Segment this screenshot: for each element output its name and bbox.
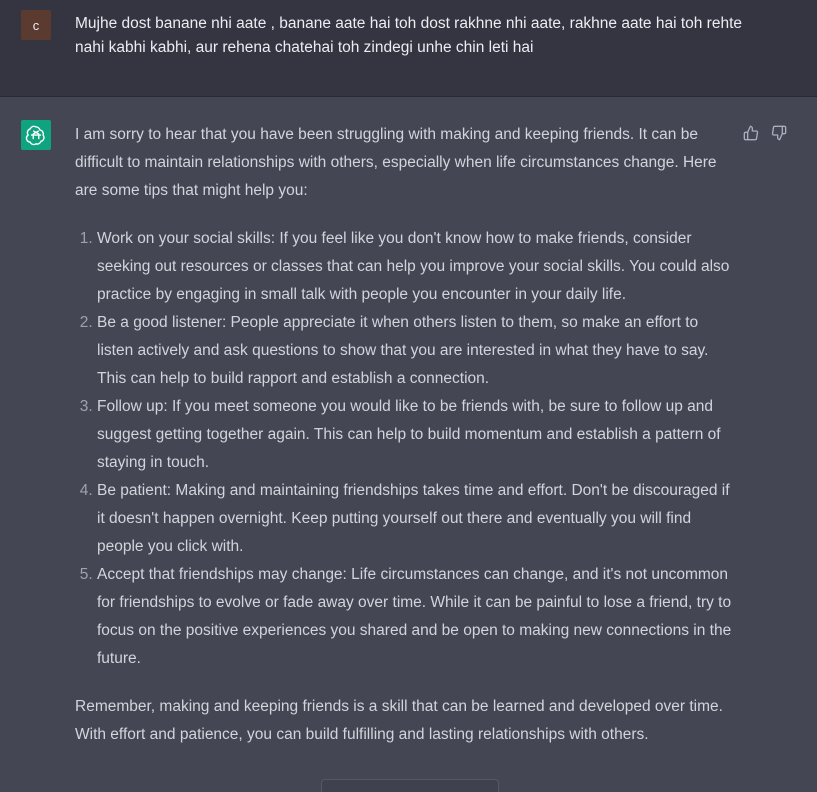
feedback-buttons [743,125,787,141]
response-closing: Remember, making and keeping friends is … [75,698,723,743]
user-avatar: c [21,10,51,40]
openai-logo-icon [21,120,51,150]
user-message-text: Mujhe dost banane nhi aate , banane aate… [75,15,742,56]
response-intro: I am sorry to hear that you have been st… [75,126,717,199]
list-item: Accept that friendships may change: Life… [97,561,735,673]
user-message-row: c Mujhe dost banane nhi aate , banane aa… [0,0,817,97]
list-item: Be patient: Making and maintaining frien… [97,477,735,561]
assistant-response: I am sorry to hear that you have been st… [75,121,735,749]
regenerate-button[interactable] [321,779,499,792]
list-item: Work on your social skills: If you feel … [97,225,735,309]
tips-list: Work on your social skills: If you feel … [75,225,735,673]
list-item: Be a good listener: People appreciate it… [97,309,735,393]
assistant-message-row: I am sorry to hear that you have been st… [0,97,817,792]
list-item: Follow up: If you meet someone you would… [97,393,735,477]
thumbs-up-icon[interactable] [743,125,759,141]
thumbs-down-icon[interactable] [771,125,787,141]
